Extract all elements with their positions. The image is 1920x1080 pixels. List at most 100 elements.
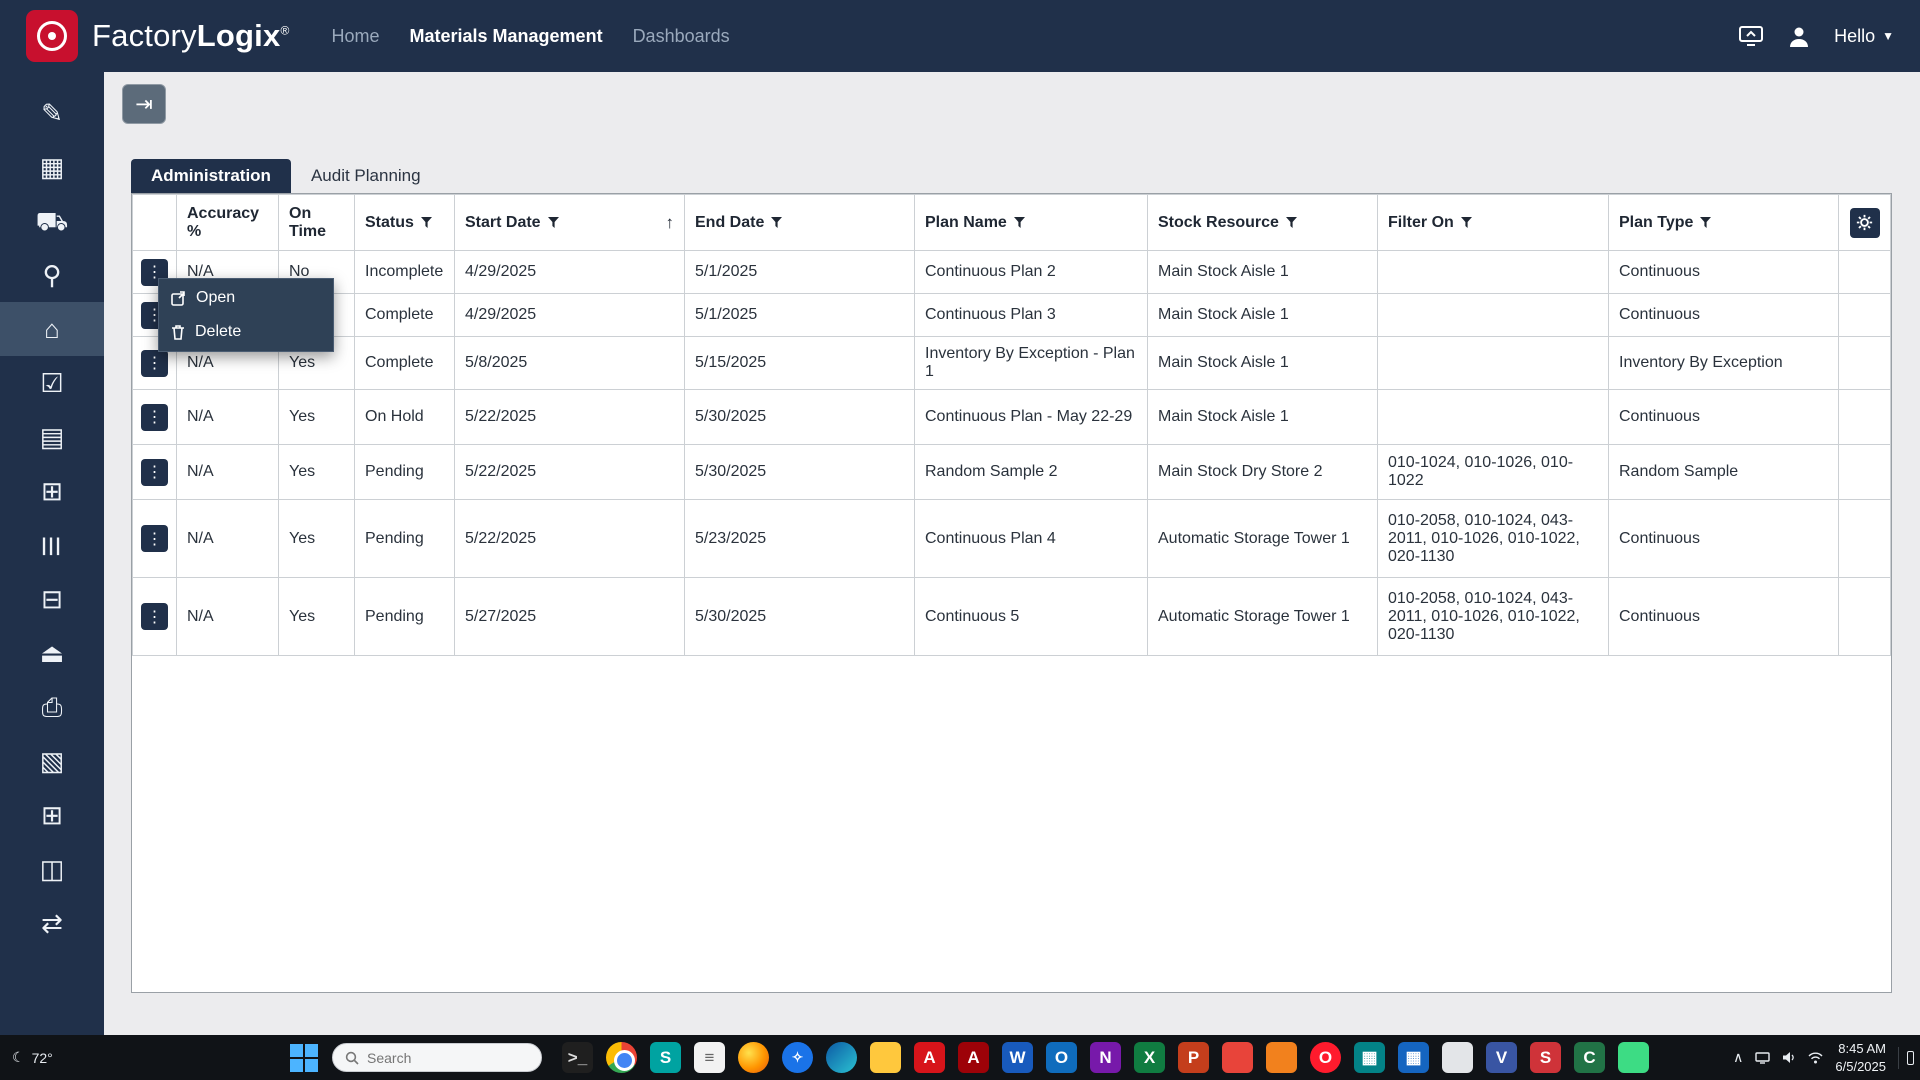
sidebar-item-part-search[interactable]: ⚲ <box>0 248 104 302</box>
tab-administration[interactable]: Administration <box>131 159 291 193</box>
taskbar-app-file-explorer[interactable] <box>870 1042 901 1073</box>
sidebar-item-edit[interactable]: ✎ <box>0 86 104 140</box>
row-menu-button[interactable]: ⋮ <box>141 603 168 630</box>
sidebar-item-split-stock[interactable]: ◫ <box>0 842 104 896</box>
user-menu[interactable]: Hello▼ <box>1834 26 1894 47</box>
taskbar-app-excel[interactable]: X <box>1134 1042 1165 1073</box>
start-button[interactable] <box>288 1042 320 1074</box>
outlook-icon: O <box>1055 1048 1068 1068</box>
taskbar-app-red-flame-app[interactable] <box>1222 1042 1253 1073</box>
taskbar-app-firefox[interactable] <box>738 1042 769 1073</box>
sidebar-item-stock-add[interactable]: ⊞ <box>0 788 104 842</box>
taskbar-app-word[interactable]: W <box>1002 1042 1033 1073</box>
tray-network-icon[interactable] <box>1808 1052 1823 1064</box>
header-end-date[interactable]: End Date <box>685 195 915 251</box>
sidebar-item-barcode[interactable]: ||| <box>0 518 104 572</box>
taskbar-app-powerpoint[interactable]: P <box>1178 1042 1209 1073</box>
cell-stock-resource: Main Stock Aisle 1 <box>1148 337 1378 390</box>
column-settings-button[interactable] <box>1850 208 1880 238</box>
context-menu-open[interactable]: Open <box>159 281 333 315</box>
filter-icon[interactable] <box>421 217 432 228</box>
sidebar-item-stock-edit[interactable]: ▧ <box>0 734 104 788</box>
taskbar-app-orange-app[interactable] <box>1266 1042 1297 1073</box>
row-menu-button[interactable]: ⋮ <box>141 350 168 377</box>
taskbar-app-green-c-app[interactable]: C <box>1574 1042 1605 1073</box>
table-row[interactable]: ⋮ N/A Yes Pending 5/22/2025 5/30/2025 Ra… <box>133 445 1891 500</box>
taskbar-app-teal-grid-app[interactable]: ▦ <box>1354 1042 1385 1073</box>
tray-expand-icon[interactable]: ∧ <box>1733 1049 1743 1066</box>
sidebar-item-receive-stock[interactable]: ⊟ <box>0 572 104 626</box>
taskbar-app-red-s-app[interactable]: S <box>1530 1042 1561 1073</box>
taskbar-app-acrobat[interactable]: A <box>958 1042 989 1073</box>
header-stock-resource[interactable]: Stock Resource <box>1148 195 1378 251</box>
nav-materials-management[interactable]: Materials Management <box>410 26 603 47</box>
taskbar-app-adobe-creative-cloud[interactable]: A <box>914 1042 945 1073</box>
tray-volume-icon[interactable] <box>1782 1051 1796 1064</box>
header-filter-on[interactable]: Filter On <box>1378 195 1609 251</box>
row-menu-button[interactable]: ⋮ <box>141 459 168 486</box>
taskbar-app-gray-app[interactable] <box>1442 1042 1473 1073</box>
user-icon[interactable] <box>1786 23 1812 49</box>
row-menu-button[interactable]: ⋮ <box>141 404 168 431</box>
taskbar-app-teal-s-app[interactable]: S <box>650 1042 681 1073</box>
taskbar-app-visio[interactable]: V <box>1486 1042 1517 1073</box>
taskbar-app-blue-grid-app[interactable]: ▦ <box>1398 1042 1429 1073</box>
filter-icon[interactable] <box>1286 217 1297 228</box>
nav-home[interactable]: Home <box>331 26 379 47</box>
table-row[interactable]: ⋮ N/A Yes Complete 5/8/2025 5/15/2025 In… <box>133 337 1891 390</box>
sidebar-item-documents[interactable]: ▤ <box>0 410 104 464</box>
header-start-date[interactable]: Start Date↑ <box>455 195 685 251</box>
filter-icon[interactable] <box>1014 217 1025 228</box>
sidebar-item-audit-check[interactable]: ☑ <box>0 356 104 410</box>
header-on-time[interactable]: On Time <box>279 195 355 251</box>
filter-icon[interactable] <box>771 217 782 228</box>
header-plan-type[interactable]: Plan Type <box>1609 195 1839 251</box>
cell-filter-on <box>1378 390 1609 445</box>
weather-widget[interactable]: ☾ 72° <box>12 1035 53 1080</box>
taskbar-app-android-app[interactable] <box>1618 1042 1649 1073</box>
context-menu-delete[interactable]: Delete <box>159 315 333 349</box>
sidebar-item-transfer-stock[interactable]: ⇄ <box>0 896 104 950</box>
table-row[interactable]: ⋮ Complete 4/29/2025 5/1/2025 Continuous… <box>133 294 1891 337</box>
sort-ascending-icon[interactable]: ↑ <box>666 213 675 233</box>
sidebar-item-shipping-truck[interactable]: ⛟ <box>0 194 104 248</box>
taskbar-clock[interactable]: 8:45 AM 6/5/2025 <box>1835 1040 1886 1075</box>
filter-icon[interactable] <box>1461 217 1472 228</box>
taskbar-app-opera[interactable]: O <box>1310 1042 1341 1073</box>
taskbar-app-edge[interactable] <box>826 1042 857 1073</box>
header-accuracy[interactable]: Accuracy % <box>177 195 279 251</box>
cell-plan-type: Continuous <box>1609 578 1839 656</box>
taskbar-app-notepad[interactable]: ≡ <box>694 1042 725 1073</box>
header-status[interactable]: Status <box>355 195 455 251</box>
notification-center-button[interactable] <box>1898 1047 1914 1069</box>
sidebar-item-print-labels[interactable]: ⎙ <box>0 680 104 734</box>
filter-icon[interactable] <box>548 217 559 228</box>
collapse-panel-button[interactable]: ⇥ <box>122 84 166 124</box>
row-menu-button[interactable]: ⋮ <box>141 525 168 552</box>
cell-status: Pending <box>355 445 455 500</box>
taskbar-app-onenote[interactable]: N <box>1090 1042 1121 1073</box>
sidebar-item-issue-stock[interactable]: ⏏ <box>0 626 104 680</box>
table-row[interactable]: ⋮ N/A Yes Pending 5/27/2025 5/30/2025 Co… <box>133 578 1891 656</box>
sidebar-item-materials-grid[interactable]: ▦ <box>0 140 104 194</box>
taskbar-app-chrome[interactable] <box>606 1042 637 1073</box>
cell-status: Pending <box>355 578 455 656</box>
table-row[interactable]: ⋮ N/A No Incomplete 4/29/2025 5/1/2025 C… <box>133 251 1891 294</box>
table-row[interactable]: ⋮ N/A Yes Pending 5/22/2025 5/23/2025 Co… <box>133 500 1891 578</box>
taskbar-search[interactable] <box>332 1043 542 1072</box>
table-row[interactable]: ⋮ N/A Yes On Hold 5/22/2025 5/30/2025 Co… <box>133 390 1891 445</box>
tray-display-icon[interactable] <box>1755 1052 1770 1064</box>
sidebar-item-add-stock[interactable]: ⊞ <box>0 464 104 518</box>
header-plan-name[interactable]: Plan Name <box>915 195 1148 251</box>
taskbar-app-terminal[interactable]: >_ <box>562 1042 593 1073</box>
taskbar-app-outlook[interactable]: O <box>1046 1042 1077 1073</box>
display-share-icon[interactable] <box>1738 23 1764 49</box>
search-input[interactable] <box>367 1050 517 1066</box>
sidebar-item-warehouse[interactable]: ⌂ <box>0 302 104 356</box>
teal-s-app-icon: S <box>660 1048 671 1068</box>
tab-audit-planning[interactable]: Audit Planning <box>291 159 441 193</box>
taskbar-app-compass-browser[interactable]: ✧ <box>782 1042 813 1073</box>
nav-dashboards[interactable]: Dashboards <box>633 26 730 47</box>
app-screen: FactoryLogix® Home Materials Management … <box>0 0 1920 1080</box>
filter-icon[interactable] <box>1700 217 1711 228</box>
